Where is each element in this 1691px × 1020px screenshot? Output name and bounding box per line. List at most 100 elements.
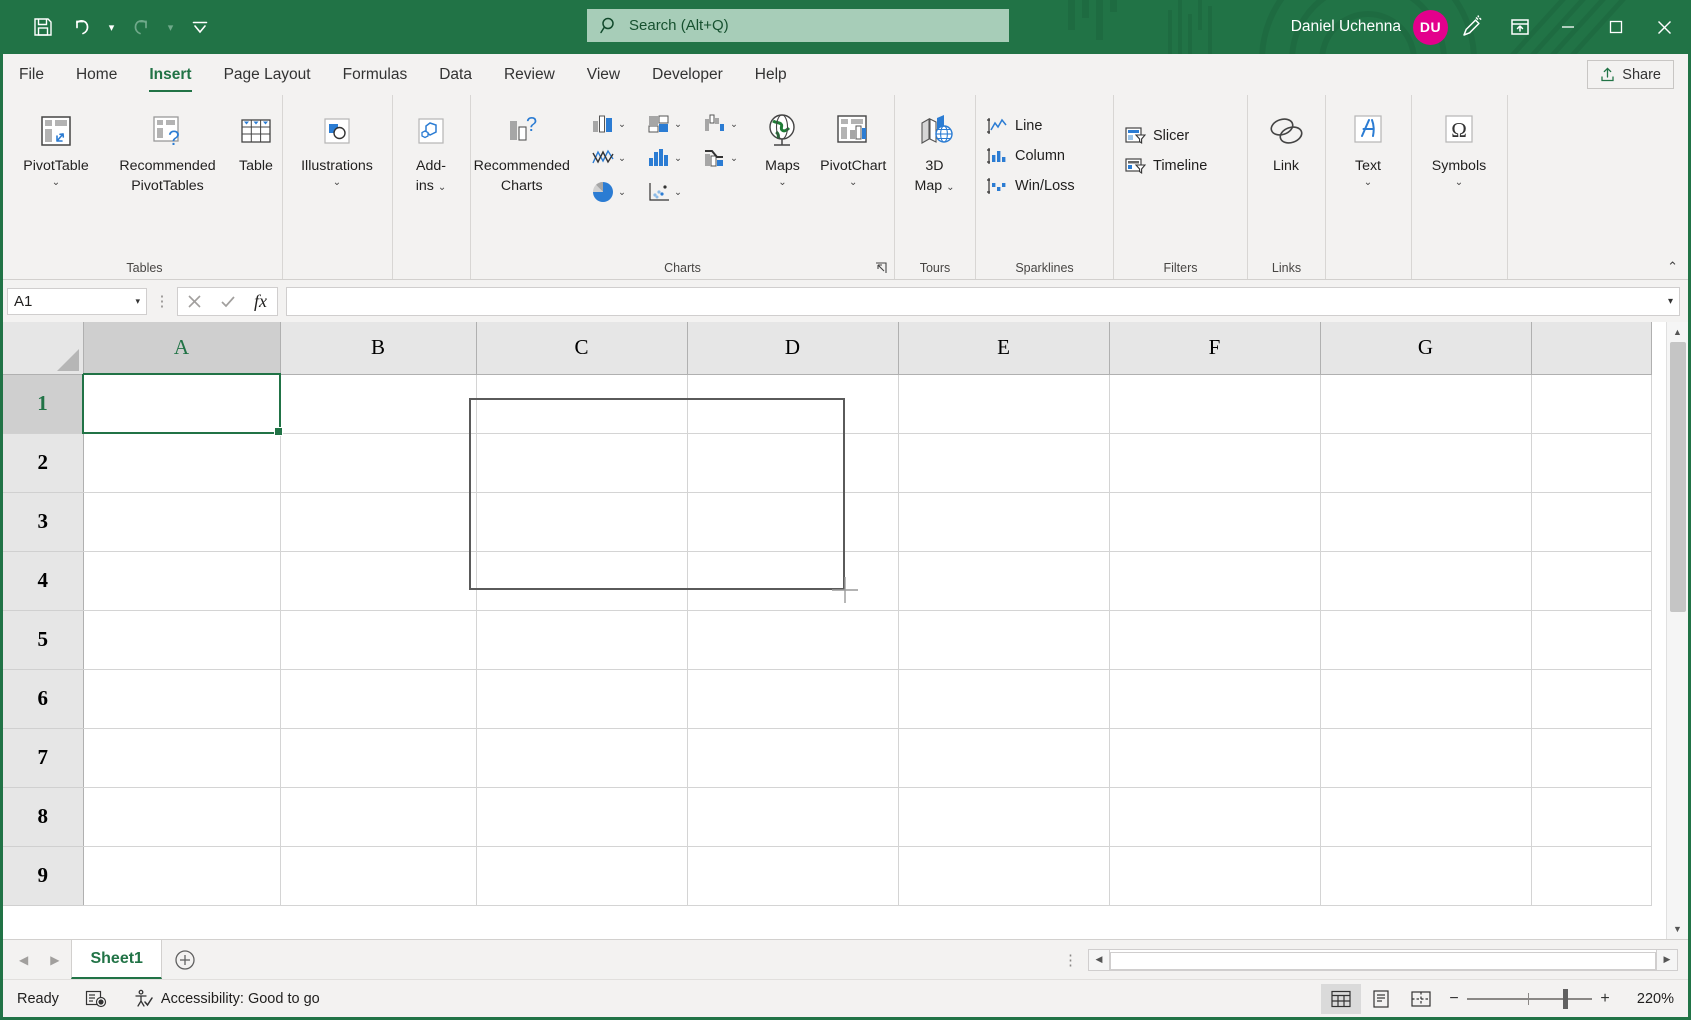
- scroll-down-button[interactable]: ▼: [1667, 919, 1689, 939]
- cell-e8[interactable]: [898, 787, 1109, 846]
- formula-input-wrap[interactable]: ▾: [286, 287, 1680, 316]
- tab-page-layout[interactable]: Page Layout: [208, 54, 327, 95]
- cell-g1[interactable]: [1320, 374, 1531, 433]
- zoom-level-label[interactable]: 220%: [1618, 991, 1674, 1007]
- zoom-slider-thumb[interactable]: [1563, 989, 1568, 1009]
- cell-b6[interactable]: [280, 669, 476, 728]
- chevron-down-icon[interactable]: ⌄: [438, 182, 446, 193]
- tab-help[interactable]: Help: [739, 54, 803, 95]
- cell-g2[interactable]: [1320, 433, 1531, 492]
- chevron-down-icon[interactable]: ⌄: [333, 178, 341, 188]
- row-header-7[interactable]: 7: [3, 728, 83, 787]
- tab-formulas[interactable]: Formulas: [327, 54, 424, 95]
- cell-b7[interactable]: [280, 728, 476, 787]
- cell-c5[interactable]: [476, 610, 687, 669]
- cell-h1[interactable]: [1531, 374, 1651, 433]
- zoom-out-button[interactable]: −: [1441, 990, 1467, 1008]
- row-header-1[interactable]: 1: [3, 374, 83, 433]
- cell-c2[interactable]: [476, 433, 687, 492]
- maps-button[interactable]: Maps ⌄: [753, 101, 813, 188]
- cell-e3[interactable]: [898, 492, 1109, 551]
- insert-waterfall-chart-button[interactable]: ⌄: [703, 113, 738, 135]
- cell-b2[interactable]: [280, 433, 476, 492]
- cell-h4[interactable]: [1531, 551, 1651, 610]
- cell-c8[interactable]: [476, 787, 687, 846]
- cell-c3[interactable]: [476, 492, 687, 551]
- formula-input[interactable]: [293, 293, 1662, 310]
- column-header-a[interactable]: A: [83, 322, 280, 374]
- row-header-4[interactable]: 4: [3, 551, 83, 610]
- insert-function-button[interactable]: fx: [244, 288, 277, 315]
- previous-sheet-button[interactable]: ◀: [19, 953, 28, 967]
- horizontal-scroll-thumb[interactable]: [1110, 952, 1656, 970]
- cell-b5[interactable]: [280, 610, 476, 669]
- ink-pen-icon[interactable]: [1448, 0, 1496, 54]
- vertical-scrollbar[interactable]: ▲ ▼: [1666, 322, 1688, 939]
- cell-f7[interactable]: [1109, 728, 1320, 787]
- column-header-c[interactable]: C: [476, 322, 687, 374]
- tab-file[interactable]: File: [3, 54, 60, 95]
- cell-h5[interactable]: [1531, 610, 1651, 669]
- cell-e9[interactable]: [898, 846, 1109, 905]
- cell-a9[interactable]: [83, 846, 280, 905]
- collapse-ribbon-button[interactable]: ⌃: [1667, 259, 1678, 275]
- cell-h7[interactable]: [1531, 728, 1651, 787]
- page-break-preview-button[interactable]: [1401, 984, 1441, 1014]
- avatar[interactable]: DU: [1413, 10, 1448, 45]
- row-header-9[interactable]: 9: [3, 846, 83, 905]
- cell-e1[interactable]: [898, 374, 1109, 433]
- slicer-button[interactable]: Slicer: [1124, 121, 1207, 151]
- page-layout-view-button[interactable]: [1361, 984, 1401, 1014]
- text-button[interactable]: Text ⌄: [1326, 101, 1410, 188]
- addins-button[interactable]: Add- ins ⌄: [393, 101, 469, 195]
- accessibility-checker-button[interactable]: Accessibility: Good to go: [133, 989, 320, 1009]
- cell-b3[interactable]: [280, 492, 476, 551]
- cell-h8[interactable]: [1531, 787, 1651, 846]
- grid-main[interactable]: A B C D E F G 1: [3, 322, 1666, 939]
- chevron-down-icon[interactable]: ⌄: [618, 119, 626, 130]
- row-header-3[interactable]: 3: [3, 492, 83, 551]
- sheet-bar-handle[interactable]: ⋮: [1063, 940, 1088, 979]
- close-button[interactable]: [1640, 7, 1688, 47]
- cell-g3[interactable]: [1320, 492, 1531, 551]
- row-header-6[interactable]: 6: [3, 669, 83, 728]
- cell-d2[interactable]: [687, 433, 898, 492]
- recommended-charts-button[interactable]: ? Recommended Charts: [471, 101, 573, 195]
- cell-f9[interactable]: [1109, 846, 1320, 905]
- cell-h9[interactable]: [1531, 846, 1651, 905]
- scroll-left-button[interactable]: ◀: [1088, 949, 1110, 971]
- zoom-in-button[interactable]: +: [1592, 990, 1618, 1008]
- undo-button[interactable]: [64, 10, 100, 44]
- cell-a1[interactable]: [83, 374, 280, 433]
- cell-h2[interactable]: [1531, 433, 1651, 492]
- chevron-down-icon[interactable]: ⌄: [618, 187, 626, 198]
- illustrations-button[interactable]: Illustrations ⌄: [283, 101, 391, 188]
- maximize-button[interactable]: [1592, 7, 1640, 47]
- horizontal-scroll-track[interactable]: [1110, 949, 1656, 971]
- search-input[interactable]: [629, 17, 996, 34]
- cell-g8[interactable]: [1320, 787, 1531, 846]
- cell-e7[interactable]: [898, 728, 1109, 787]
- cell-b9[interactable]: [280, 846, 476, 905]
- horizontal-scrollbar[interactable]: ◀ ▶: [1088, 940, 1688, 979]
- cell-b4[interactable]: [280, 551, 476, 610]
- cell-d8[interactable]: [687, 787, 898, 846]
- insert-column-bar-chart-button[interactable]: ⌄: [591, 113, 626, 135]
- cell-a3[interactable]: [83, 492, 280, 551]
- 3d-map-button[interactable]: 3D Map ⌄: [895, 101, 974, 195]
- tab-insert[interactable]: Insert: [133, 54, 207, 95]
- normal-view-button[interactable]: [1321, 984, 1361, 1014]
- share-button[interactable]: Share: [1587, 60, 1674, 89]
- table-button[interactable]: Table: [230, 101, 282, 175]
- charts-dialog-launcher[interactable]: [873, 260, 889, 276]
- tab-data[interactable]: Data: [423, 54, 488, 95]
- cell-d7[interactable]: [687, 728, 898, 787]
- vertical-scroll-track[interactable]: [1667, 342, 1689, 919]
- next-sheet-button[interactable]: ▶: [50, 953, 59, 967]
- enter-entry-button[interactable]: [211, 288, 244, 315]
- recommended-pivottables-button[interactable]: ? Recommended PivotTables: [105, 101, 230, 195]
- link-button[interactable]: Link: [1248, 101, 1324, 175]
- column-header-d[interactable]: D: [687, 322, 898, 374]
- row-header-2[interactable]: 2: [3, 433, 83, 492]
- cell-a8[interactable]: [83, 787, 280, 846]
